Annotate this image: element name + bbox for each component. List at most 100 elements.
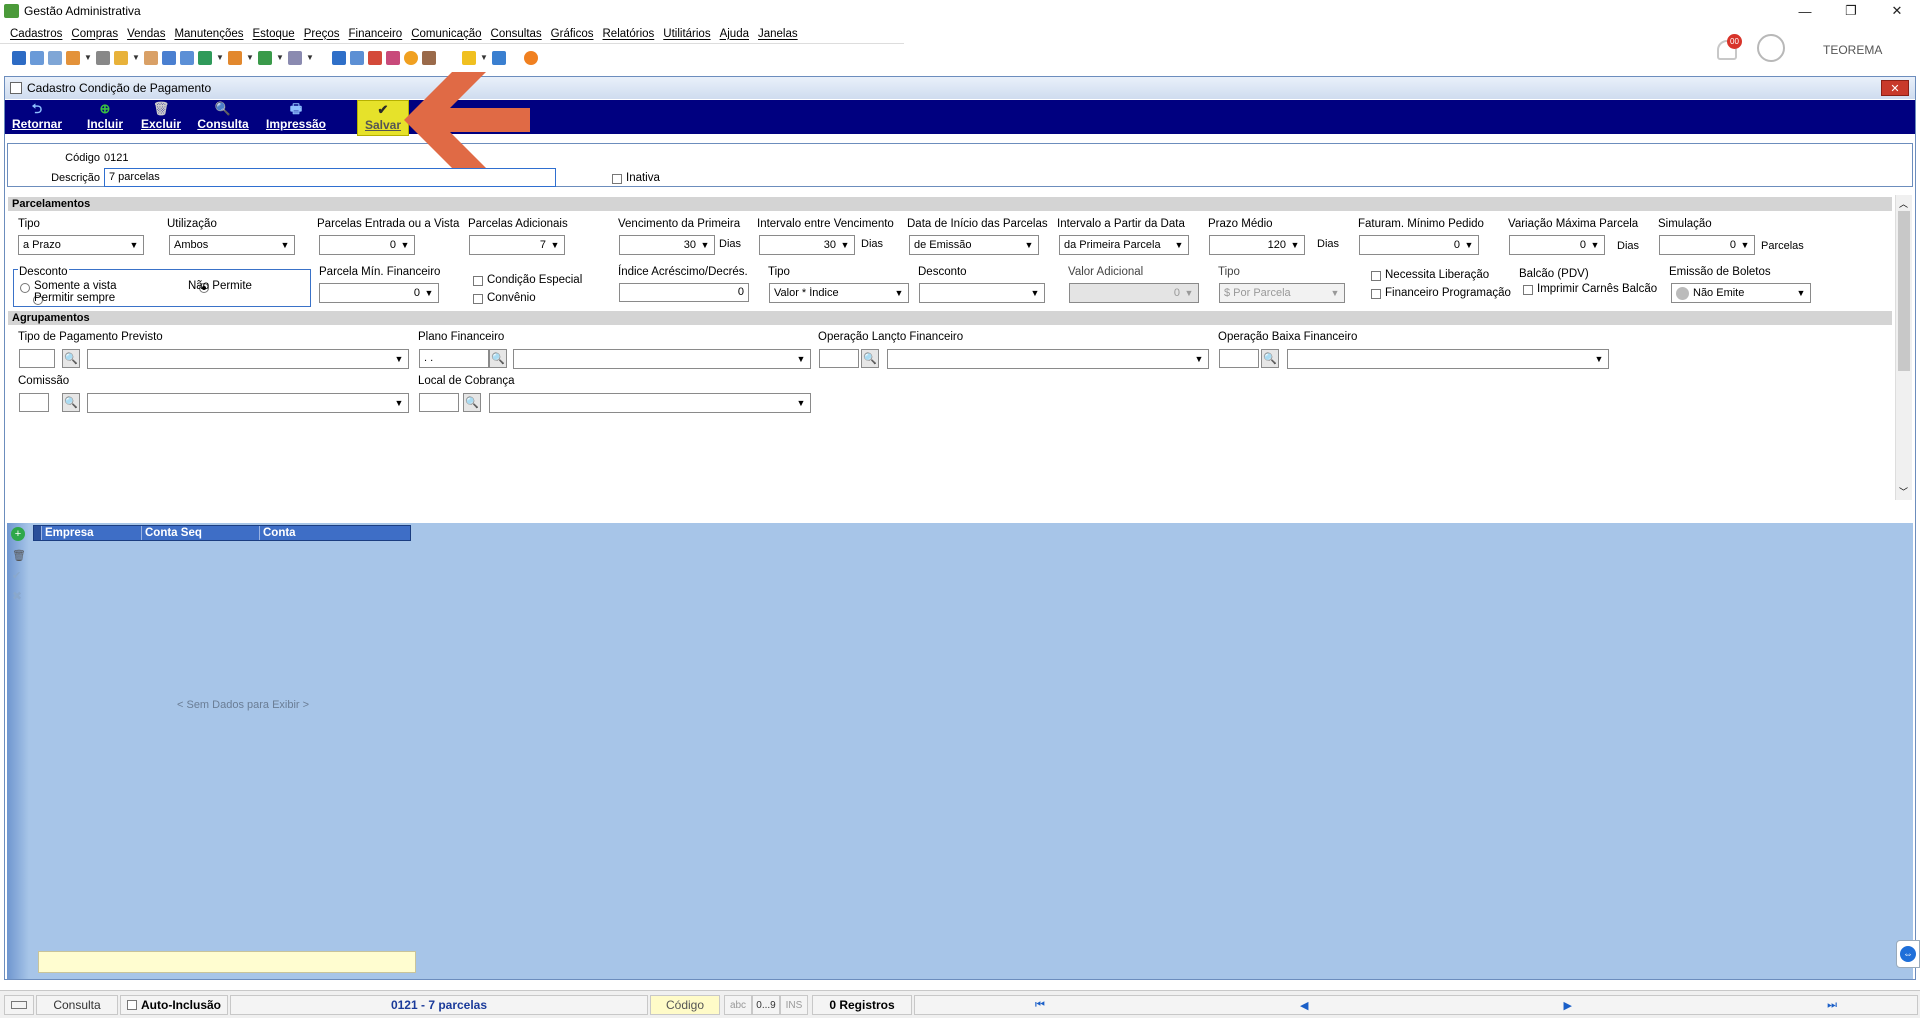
info-icon[interactable] [492, 50, 506, 65]
form-close-button[interactable]: ✕ [1881, 80, 1909, 96]
power-icon[interactable] [524, 50, 538, 65]
menu-comunicacao[interactable]: Comunicação [411, 28, 481, 40]
chevron-down-icon[interactable]: ▼ [480, 53, 488, 62]
chevron-down-icon[interactable]: ▼ [132, 53, 140, 62]
minimize-button[interactable]: — [1782, 0, 1828, 22]
desconto2-select[interactable]: ▼ [919, 283, 1045, 303]
menu-precos[interactable]: Preços [304, 28, 340, 40]
avatar-icon[interactable] [1757, 34, 1785, 62]
restore-button[interactable]: ❐ [1828, 0, 1874, 22]
calculator-icon[interactable] [350, 50, 364, 65]
chevron-down-icon[interactable]: ▼ [216, 53, 224, 62]
next-record-icon[interactable]: ▶ [1564, 999, 1572, 1012]
star-icon[interactable] [462, 50, 476, 65]
col-conta[interactable]: Conta [260, 526, 410, 540]
prev-record-icon[interactable]: ◀ [1300, 999, 1308, 1012]
auto-inclusion-toggle[interactable]: Auto-Inclusão [120, 995, 228, 1015]
form-scrollbar[interactable]: ︿ ﹀ [1895, 195, 1912, 500]
tipo-pag-select[interactable]: ▼ [87, 349, 409, 369]
intervalo-select[interactable]: 30 ▼ [759, 235, 855, 255]
folder-icon[interactable] [114, 50, 128, 65]
menu-manutencoes[interactable]: Manutenções [174, 28, 243, 40]
calendar-icon[interactable] [368, 50, 382, 65]
utilizacao-select[interactable]: Ambos ▼ [169, 235, 295, 255]
necessita-checkbox[interactable] [1371, 271, 1381, 281]
printer-icon[interactable] [288, 50, 302, 65]
first-record-icon[interactable]: ⏮ [1035, 999, 1045, 1012]
auto-inclusion-checkbox[interactable] [127, 1000, 137, 1010]
calendar-alert-icon[interactable] [386, 50, 400, 65]
calc-icon[interactable] [162, 50, 176, 65]
tipo-select[interactable]: a Prazo ▼ [18, 235, 144, 255]
op-lanc-select[interactable]: ▼ [887, 349, 1209, 369]
save-button[interactable]: ✔ Salvar [357, 100, 409, 136]
menu-compras[interactable]: Compras [71, 28, 118, 40]
prazo-medio-select[interactable]: 120 ▼ [1209, 235, 1305, 255]
tipo-pag-code-input[interactable] [19, 349, 55, 368]
menu-cadastros[interactable]: Cadastros [10, 28, 62, 40]
back-button[interactable]: ⮌ Retornar [11, 100, 63, 134]
list-icon[interactable] [180, 50, 194, 65]
entrada-select[interactable]: 0 ▼ [319, 235, 415, 255]
op-baixa-select[interactable]: ▼ [1287, 349, 1609, 369]
grid-cancel-icon[interactable]: ✖ [12, 589, 22, 603]
box-icon[interactable] [228, 50, 242, 65]
indice-input[interactable]: 0 [619, 283, 749, 302]
parcela-min-select[interactable]: 0 ▼ [319, 283, 439, 303]
window-icon[interactable] [332, 50, 346, 65]
menu-financeiro[interactable]: Financeiro [349, 28, 403, 40]
inactive-checkbox[interactable] [612, 174, 622, 184]
cart-icon[interactable] [198, 50, 212, 65]
phone-icon[interactable] [96, 50, 110, 65]
simulacao-select[interactable]: 0 ▼ [1659, 235, 1755, 255]
intervalo-partir-select[interactable]: da Primeira Parcela ▼ [1059, 235, 1189, 255]
chevron-down-icon[interactable]: ▼ [306, 53, 314, 62]
chevron-down-icon[interactable]: ▼ [84, 53, 92, 62]
imprimir-carnes-checkbox[interactable] [1523, 285, 1533, 295]
somente-vista-radio[interactable] [20, 283, 30, 293]
add-button[interactable]: ⊕ Incluir [83, 100, 127, 134]
comissao-code-input[interactable] [19, 393, 49, 412]
grid-trash-icon[interactable]: 🗑 [12, 549, 26, 562]
op-lanc-code-input[interactable] [819, 349, 859, 368]
truck-icon[interactable] [258, 50, 272, 65]
op-baixa-search-button[interactable]: 🔍 [1261, 349, 1279, 368]
menu-relatorios[interactable]: Relatórios [603, 28, 655, 40]
menu-consultas[interactable]: Consultas [491, 28, 542, 40]
venc-primeira-select[interactable]: 30 ▼ [619, 235, 715, 255]
tipo-pag-search-button[interactable]: 🔍 [62, 349, 80, 368]
chevron-up-icon[interactable]: ︿ [1899, 197, 1908, 210]
scroll-thumb[interactable] [1898, 211, 1910, 371]
op-baixa-code-input[interactable] [1219, 349, 1259, 368]
description-input[interactable]: 7 parcelas [104, 168, 556, 187]
local-select[interactable]: ▼ [489, 393, 811, 413]
grid-add-icon[interactable]: + [11, 527, 25, 541]
grid-check-icon[interactable]: ✔ [12, 569, 21, 582]
plano-select[interactable]: ▼ [513, 349, 811, 369]
chevron-down-icon[interactable]: ▼ [276, 53, 284, 62]
new-doc-icon[interactable] [12, 50, 26, 65]
cond-especial-checkbox[interactable] [473, 276, 483, 286]
query-button[interactable]: 🔍 Consulta [195, 100, 251, 134]
fin-prog-checkbox[interactable] [1371, 289, 1381, 299]
adicionais-select[interactable]: 7 ▼ [469, 235, 565, 255]
op-lanc-search-button[interactable]: 🔍 [861, 349, 879, 368]
clock-icon[interactable] [404, 50, 418, 65]
chevron-down-icon[interactable]: ▼ [246, 53, 254, 62]
boletos-select[interactable]: Não Emite ▼ [1671, 283, 1811, 303]
col-conta-seq[interactable]: Conta Seq [142, 526, 260, 540]
local-search-button[interactable]: 🔍 [463, 393, 481, 412]
faturam-min-select[interactable]: 0 ▼ [1359, 235, 1479, 255]
local-code-input[interactable] [419, 393, 459, 412]
comissao-search-button[interactable]: 🔍 [62, 393, 80, 412]
menu-vendas[interactable]: Vendas [127, 28, 165, 40]
remote-assist-tab[interactable]: ⇔ [1896, 940, 1920, 968]
tipo2-select[interactable]: Valor * Índice ▼ [769, 283, 909, 303]
data-inicio-select[interactable]: de Emissão ▼ [909, 235, 1039, 255]
convenio-checkbox[interactable] [473, 294, 483, 304]
menu-estoque[interactable]: Estoque [253, 28, 295, 40]
chevron-down-icon[interactable]: ﹀ [1899, 485, 1908, 498]
menu-ajuda[interactable]: Ajuda [720, 28, 749, 40]
menu-janelas[interactable]: Janelas [758, 28, 798, 40]
print-button[interactable]: 🖶 Impressão [263, 100, 329, 134]
